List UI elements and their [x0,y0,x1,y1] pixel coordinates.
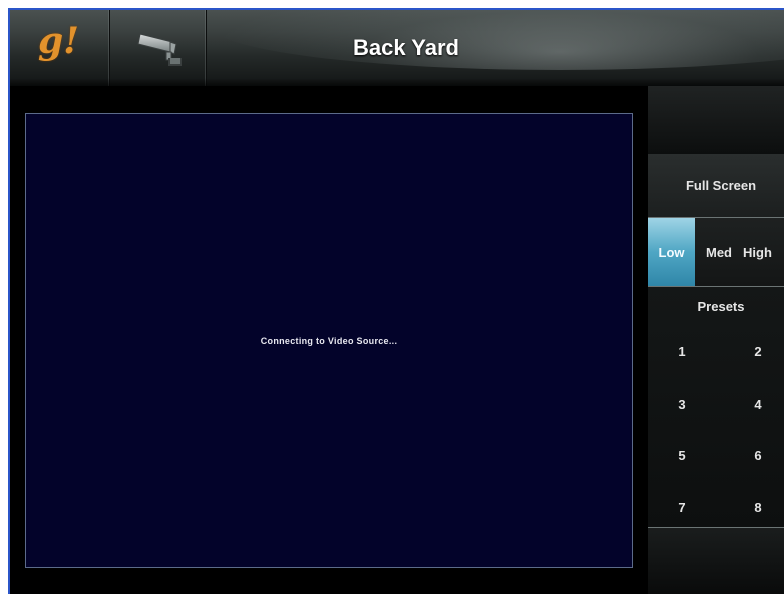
presets-title: Presets [697,299,745,314]
preset-button-2[interactable]: 2 [738,336,778,366]
control-panel: Full Screen Low Med High Presets 1 2 3 4… [648,86,784,594]
logo-button[interactable]: g! [10,10,110,86]
security-camera-icon [137,33,182,66]
panel-top-bar [648,86,784,155]
app-logo: g! [38,20,79,62]
header-bar: g! Back Yard [10,10,784,86]
quality-low-button[interactable]: Low [648,218,695,286]
panel-bottom-bar [648,528,784,594]
preset-button-6[interactable]: 6 [738,440,778,470]
preset-button-4[interactable]: 4 [738,389,778,419]
full-screen-button[interactable]: Full Screen [648,154,784,218]
page-title: Back Yard [352,35,459,60]
quality-selector: Low Med High [648,218,784,287]
presets-panel: Presets 1 2 3 4 5 6 7 8 [648,287,784,528]
preset-button-5[interactable]: 5 [662,440,702,470]
preset-button-7[interactable]: 7 [662,492,702,522]
quality-high-button[interactable]: High [743,218,784,286]
camera-button[interactable] [110,10,207,86]
video-viewport[interactable]: Connecting to Video Source... [25,113,633,568]
preset-button-1[interactable]: 1 [662,336,702,366]
preset-button-3[interactable]: 3 [662,389,702,419]
video-status-text: Connecting to Video Source... [260,336,398,346]
quality-med-button[interactable]: Med [695,218,743,286]
preset-button-8[interactable]: 8 [738,492,778,522]
app-window: g! Back Yard Connecting to Video Source.… [8,8,784,594]
